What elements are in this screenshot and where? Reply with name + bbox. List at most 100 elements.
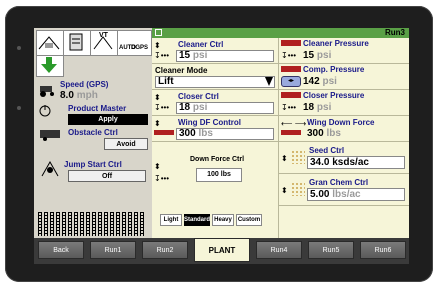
- row-bar: [50, 212, 54, 236]
- auto-dgps-icon[interactable]: AUTO DGPS: [117, 30, 152, 56]
- closer-ctrl-field[interactable]: 18 psi: [176, 102, 274, 114]
- tab-run5[interactable]: Run5: [308, 241, 354, 259]
- down-force-cell[interactable]: ⬍ ↧••• Down Force Ctrl 100 lbs Light Sta…: [152, 142, 278, 238]
- compressor-icon: [281, 66, 301, 72]
- page-icon: [155, 29, 162, 36]
- camera-dot: [17, 46, 21, 50]
- tab-run4[interactable]: Run4: [256, 241, 302, 259]
- avoid-button[interactable]: Avoid: [104, 138, 148, 150]
- gran-chem-label: Gran Chem Ctrl: [309, 178, 369, 187]
- power-icon: [38, 104, 58, 125]
- closer-ctrl-label: Closer Ctrl: [178, 92, 219, 101]
- cleaner-ctrl-label: Cleaner Ctrl: [178, 40, 224, 49]
- cleaner-pressure-cell: Cleaner Pressure ↧••• 15 psi: [279, 38, 409, 64]
- wing-df-unit: lbs: [198, 128, 213, 139]
- row-unit-icon: ↧•••: [154, 51, 170, 60]
- wing-icon: [154, 130, 174, 135]
- cleaner-pressure-label: Cleaner Pressure: [303, 39, 369, 48]
- vt-icon[interactable]: VT: [90, 30, 118, 56]
- terminal-screen: VT AUTO DGPS Speed (GPS) 8.0 mph Product…: [34, 28, 409, 264]
- tractor-icon: [38, 80, 58, 103]
- main-panel: Run3 ⬍ ↧••• Cleaner Ctrl 15 psi Cleaner …: [152, 28, 409, 238]
- tab-back[interactable]: Back: [38, 241, 84, 259]
- wing-df-cell[interactable]: ⬍ Wing DF Control 300 lbs: [152, 116, 278, 142]
- row-bar: [56, 212, 60, 236]
- closer-ctrl-cell[interactable]: ⬍ ↧••• Closer Ctrl 18 psi: [152, 90, 278, 116]
- closer-pressure-label: Closer Pressure: [303, 91, 365, 100]
- row-bar: [74, 212, 78, 236]
- seed-ctrl-cell[interactable]: ⬍ Seed Ctrl 34.0 ksds/ac: [279, 142, 409, 174]
- cleaner-mode-label: Cleaner Mode: [155, 66, 208, 75]
- df-mode-light-button[interactable]: Light: [160, 214, 182, 226]
- comp-pressure-cell: Comp. Pressure ◂▸ 142 psi: [279, 64, 409, 90]
- cleaner-pressure-value: 15: [303, 50, 315, 61]
- row-bar: [110, 212, 114, 236]
- down-force-label: Down Force Ctrl: [190, 156, 245, 163]
- df-mode-heavy-button[interactable]: Heavy: [212, 214, 234, 226]
- row-bar: [140, 212, 144, 236]
- implement-icon[interactable]: [36, 30, 64, 56]
- comp-pressure-value: 142: [303, 76, 320, 87]
- row-unit-icon: ↧•••: [154, 174, 170, 183]
- bottom-tab-bar: Back Run1 Run2 PLANT Run4 Run5 Run6: [34, 238, 409, 264]
- row-bar: [68, 212, 72, 236]
- wing-down-value: 300: [307, 128, 324, 139]
- seed-ctrl-value: 34.0: [310, 157, 330, 168]
- gran-chem-value: 5.00: [310, 189, 330, 200]
- jump-start-off-button[interactable]: Off: [68, 170, 146, 182]
- gran-chem-cell[interactable]: ⬍ Gran Chem Ctrl 5.00 lbs/ac: [279, 174, 409, 206]
- cleaner-pressure-unit: psi: [316, 50, 332, 61]
- tab-run2[interactable]: Run2: [142, 241, 188, 259]
- row-bar: [80, 212, 84, 236]
- product-master-label: Product Master: [68, 104, 127, 113]
- speed-value: 8.0: [60, 90, 74, 101]
- seed-ctrl-field[interactable]: 34.0 ksds/ac: [307, 156, 405, 169]
- up-down-arrow-icon: ⬍: [154, 162, 161, 171]
- cleaner-ctrl-unit: psi: [192, 50, 208, 61]
- wing-down-unit: lbs: [326, 128, 341, 139]
- closer-ctrl-value: 18: [179, 102, 191, 113]
- up-down-arrow-icon: ⬍: [154, 41, 161, 50]
- row-bar: [128, 212, 132, 236]
- obstacle-icon: [38, 126, 62, 147]
- cleaner-ctrl-cell[interactable]: ⬍ ↧••• Cleaner Ctrl 15 psi: [152, 38, 278, 64]
- apply-button[interactable]: Apply: [68, 114, 148, 125]
- cleaner-mode-cell[interactable]: Cleaner Mode Lift: [152, 64, 278, 90]
- speed-unit: mph: [76, 90, 98, 101]
- closer-pressure-unit: psi: [316, 102, 332, 113]
- row-bars: [38, 210, 148, 236]
- cleaner-mode-value: Lift: [158, 76, 174, 87]
- gauge-icon: ◂▸: [281, 76, 301, 87]
- jump-start-icon: [38, 158, 62, 185]
- wing-df-field[interactable]: 300 lbs: [176, 128, 274, 140]
- row-bar: [86, 212, 90, 236]
- down-force-field[interactable]: 100 lbs: [196, 168, 242, 182]
- wing-icon: [281, 130, 301, 135]
- row-bar: [38, 212, 42, 236]
- seed-ctrl-label: Seed Ctrl: [309, 146, 345, 155]
- jump-start-label: Jump Start Ctrl: [64, 160, 122, 169]
- up-down-arrow-icon: ⬍: [154, 93, 161, 102]
- gran-chem-field[interactable]: 5.00 lbs/ac: [307, 188, 405, 201]
- df-mode-custom-button[interactable]: Custom: [236, 214, 262, 226]
- df-mode-standard-button[interactable]: Standard: [184, 214, 210, 226]
- closer-pressure-value: 18: [303, 102, 315, 113]
- tab-run1[interactable]: Run1: [90, 241, 136, 259]
- cleaner-mode-select[interactable]: Lift: [155, 76, 275, 88]
- tab-run6[interactable]: Run6: [360, 241, 406, 259]
- row-bar: [44, 212, 48, 236]
- vt-label: VT: [99, 32, 108, 39]
- run-title-bar: Run3: [152, 28, 409, 38]
- row-bar: [104, 212, 108, 236]
- dgps-label: DGPS: [131, 45, 149, 51]
- cleaner-ctrl-field[interactable]: 15 psi: [176, 50, 274, 62]
- document-icon[interactable]: [63, 30, 91, 56]
- down-arrow-icon[interactable]: [36, 55, 64, 77]
- granule-icon: [291, 182, 305, 196]
- tab-plant[interactable]: PLANT: [194, 238, 250, 262]
- seed-ctrl-unit: ksds/ac: [332, 157, 369, 168]
- closer-ctrl-unit: psi: [192, 102, 208, 113]
- row-bar: [122, 212, 126, 236]
- cleaner-icon: [281, 40, 301, 46]
- up-down-arrow-icon: ⬍: [154, 119, 161, 128]
